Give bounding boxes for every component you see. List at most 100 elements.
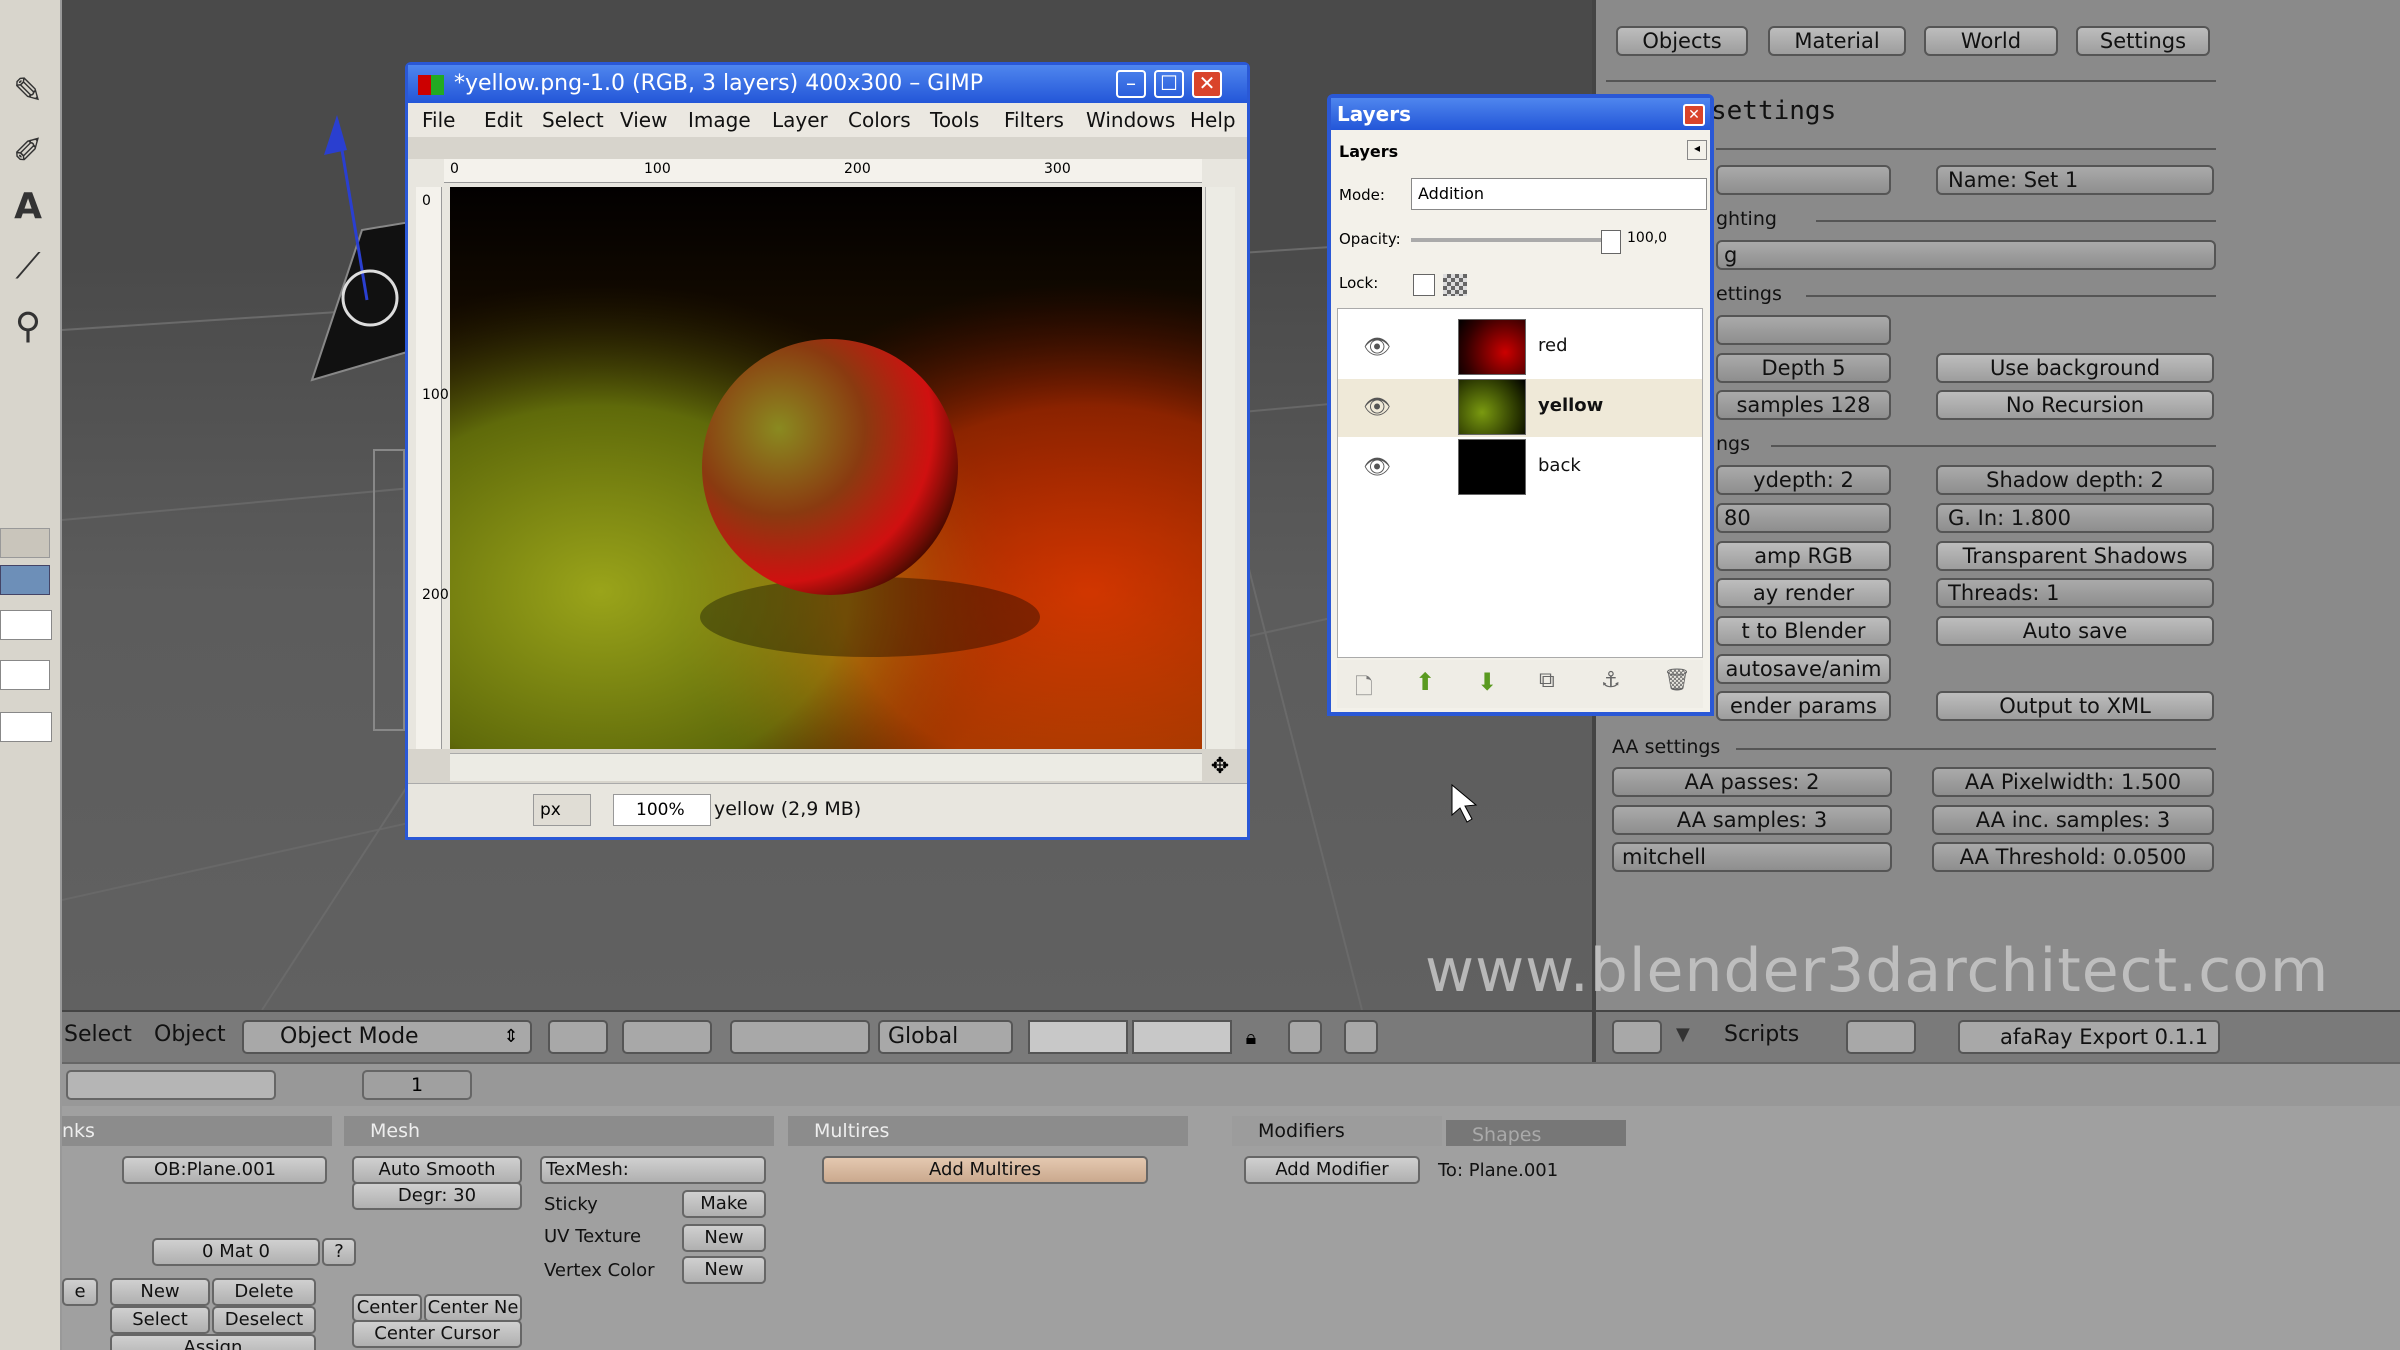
assign-material-button[interactable]: Assign <box>110 1334 316 1350</box>
text-field[interactable] <box>0 660 50 690</box>
frame-field[interactable]: 1 <box>362 1070 472 1100</box>
select-menu[interactable]: Select <box>64 1022 132 1047</box>
text-tool-icon[interactable]: A <box>6 185 50 229</box>
lower-layer-icon[interactable]: ⬇ <box>1477 668 1497 696</box>
sticky-make-button[interactable]: Make <box>682 1190 766 1218</box>
brush-icon[interactable]: ✐ <box>6 130 50 174</box>
new-material-button[interactable]: New <box>110 1278 210 1306</box>
no-recursion-button[interactable]: No Recursion <box>1936 390 2214 420</box>
raise-layer-icon[interactable]: ⬆ <box>1415 668 1435 696</box>
deselect-material-button[interactable]: Deselect <box>212 1306 316 1334</box>
lighting-sub-dropdown[interactable] <box>1716 315 1891 345</box>
aa-samples-field[interactable]: AA samples: 3 <box>1612 805 1892 835</box>
layer-row-red[interactable]: 👁︎ red <box>1338 319 1702 377</box>
layer-row-back[interactable]: 👁︎ back <box>1338 439 1702 497</box>
draw-render-button[interactable]: ay render <box>1716 578 1891 608</box>
menu-image[interactable]: Image <box>688 103 751 137</box>
menu-colors[interactable]: Colors <box>848 103 911 137</box>
script-name-dropdown[interactable]: afaRay Export 0.1.1 <box>1958 1020 2220 1054</box>
menu-select[interactable]: Select <box>542 103 604 137</box>
view-buttons[interactable] <box>622 1020 712 1054</box>
output-to-xml-button[interactable]: Output to XML <box>1936 691 2214 721</box>
spin-field[interactable] <box>0 610 52 640</box>
vertical-scrollbar[interactable] <box>1205 187 1235 749</box>
center-new-button[interactable]: Center Ne <box>424 1294 522 1322</box>
uv-new-button[interactable]: New <box>682 1224 766 1252</box>
raydepth-field[interactable]: Depth 5 <box>1716 353 1891 383</box>
opacity-value[interactable]: 100,0 <box>1627 230 1667 246</box>
set-dropdown[interactable] <box>1716 165 1891 195</box>
draw-type-button[interactable] <box>548 1020 608 1054</box>
raydepth2-field[interactable]: ydepth: 2 <box>1716 465 1891 495</box>
unit-dropdown[interactable]: px <box>533 794 591 826</box>
spin-field-2[interactable] <box>0 712 52 742</box>
object-name-field[interactable]: OB:Plane.001 <box>122 1156 327 1184</box>
lock-icon[interactable]: 🔒︎ <box>1234 1020 1268 1054</box>
layer-row-yellow[interactable]: 👁︎ yellow <box>1338 379 1702 437</box>
layers-grid-2[interactable] <box>1132 1020 1232 1054</box>
navigate-icon[interactable]: ✥ <box>1208 755 1232 779</box>
layers-title-bar[interactable]: Layers <box>1331 98 1710 130</box>
material-index-field[interactable]: 0 Mat 0 <box>152 1238 320 1266</box>
duplicate-layer-icon[interactable]: ⧉ <box>1539 668 1555 693</box>
samples-field[interactable]: samples 128 <box>1716 390 1891 420</box>
menu-edit[interactable]: Edit <box>484 103 523 137</box>
texmesh-field[interactable]: TexMesh: <box>540 1156 766 1184</box>
new-layer-icon[interactable]: 🗋 <box>1355 670 1373 708</box>
menu-windows[interactable]: Windows <box>1086 103 1175 137</box>
maximize-icon[interactable]: ☐ <box>1154 70 1184 98</box>
opacity-slider[interactable] <box>1411 238 1607 242</box>
aa-inc-samples-field[interactable]: AA inc. samples: 3 <box>1932 805 2214 835</box>
mode-dropdown[interactable]: Object Mode <box>242 1020 532 1054</box>
toggle-button[interactable] <box>0 528 50 558</box>
layers-grid-1[interactable] <box>1028 1020 1128 1054</box>
partial-button[interactable]: e <box>62 1278 98 1306</box>
use-background-button[interactable]: Use background <box>1936 353 2214 383</box>
minimize-icon[interactable]: – <box>1116 70 1146 98</box>
aa-threshold-field[interactable]: AA Threshold: 0.0500 <box>1932 842 2214 872</box>
gamma-slider[interactable]: 80 <box>1716 503 1891 533</box>
manipulator-buttons[interactable] <box>730 1020 870 1054</box>
script-window-icon[interactable] <box>1612 1020 1662 1054</box>
filter-dropdown[interactable]: mitchell <box>1612 842 1892 872</box>
clamp-rgb-button[interactable]: amp RGB <box>1716 541 1891 571</box>
center-button[interactable]: Center <box>352 1294 422 1322</box>
image-canvas[interactable] <box>450 187 1202 749</box>
collapse-arrow-icon[interactable]: ▼ <box>1676 1024 1690 1045</box>
menu-tools[interactable]: Tools <box>930 103 979 137</box>
zoom-dropdown[interactable]: 100% <box>613 794 711 826</box>
tab-objects[interactable]: Objects <box>1616 26 1748 56</box>
script-nav-buttons[interactable] <box>1846 1020 1916 1054</box>
close-icon[interactable]: ✕ <box>1192 70 1222 98</box>
transform-orientation-dropdown[interactable]: Global <box>878 1020 1013 1054</box>
modifiers-tab[interactable]: Modifiers <box>1232 1116 1442 1146</box>
material-help-button[interactable]: ? <box>322 1238 356 1266</box>
render-icon[interactable] <box>1288 1020 1322 1054</box>
transparent-shadows-button[interactable]: Transparent Shadows <box>1936 541 2214 571</box>
render-params-button[interactable]: ender params <box>1716 691 1891 721</box>
multires-panel-header[interactable]: Multires <box>788 1116 1188 1146</box>
shadow-depth-field[interactable]: Shadow depth: 2 <box>1936 465 2214 495</box>
center-cursor-button[interactable]: Center Cursor <box>352 1320 522 1348</box>
aa-passes-field[interactable]: AA passes: 2 <box>1612 767 1892 797</box>
eye-icon[interactable]: 👁︎ <box>1363 395 1391 420</box>
close-icon[interactable]: ✕ <box>1683 104 1705 126</box>
tab-world[interactable]: World <box>1924 26 2058 56</box>
lock-alpha-checkbox[interactable] <box>1443 274 1467 296</box>
eyedropper-icon[interactable]: ⟋ <box>6 245 50 289</box>
shapes-tab[interactable]: Shapes <box>1446 1120 1626 1146</box>
opacity-slider-handle[interactable] <box>1601 230 1621 254</box>
menu-layer[interactable]: Layer <box>772 103 828 137</box>
aa-pixelwidth-field[interactable]: AA Pixelwidth: 1.500 <box>1932 767 2214 797</box>
object-menu[interactable]: Object <box>154 1022 226 1047</box>
tab-menu-icon[interactable]: ◂ <box>1687 140 1707 160</box>
lighting-method-dropdown[interactable]: g <box>1716 240 2216 270</box>
output-to-blender-button[interactable]: t to Blender <box>1716 616 1891 646</box>
render-preview-icon[interactable] <box>1344 1020 1378 1054</box>
vertex-color-new-button[interactable]: New <box>682 1256 766 1284</box>
delete-layer-icon[interactable]: 🗑︎ <box>1663 668 1691 693</box>
lock-pixels-checkbox[interactable] <box>1413 274 1435 296</box>
link-panel-header[interactable]: nks <box>62 1116 332 1146</box>
menu-view[interactable]: View <box>620 103 667 137</box>
auto-smooth-button[interactable]: Auto Smooth <box>352 1156 522 1184</box>
